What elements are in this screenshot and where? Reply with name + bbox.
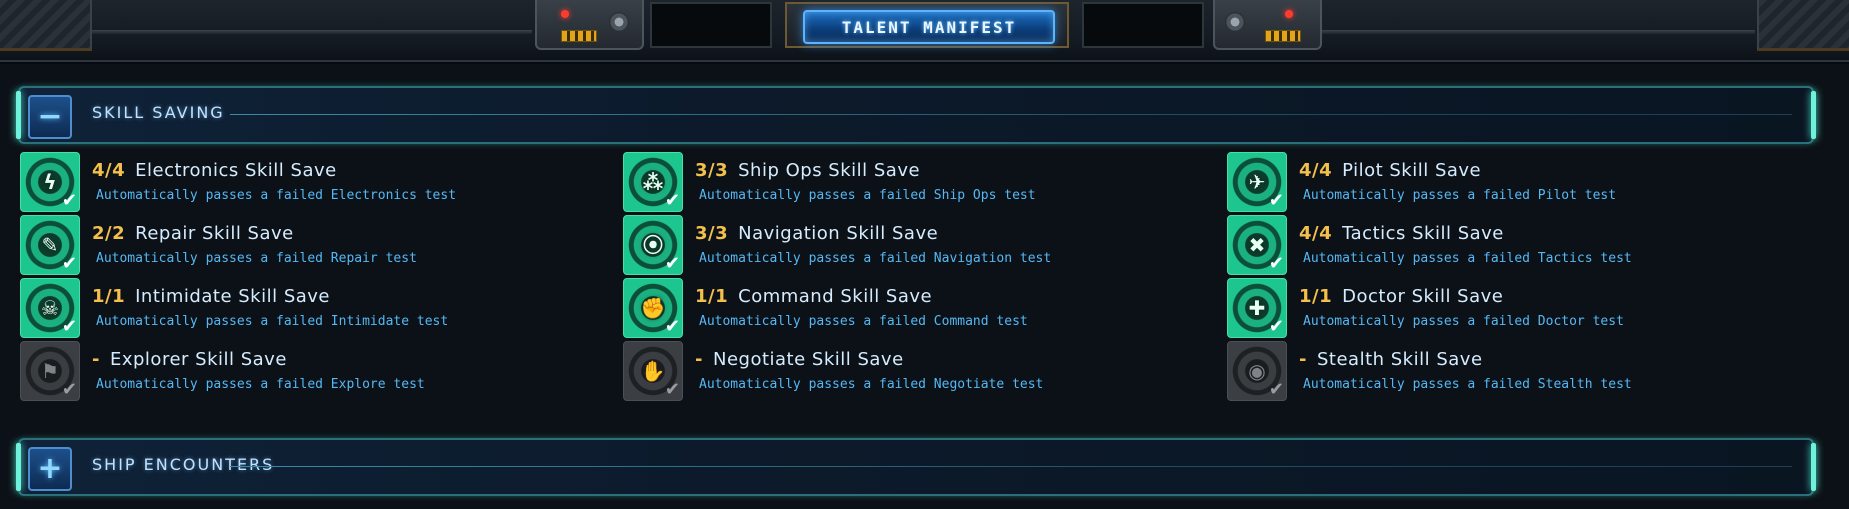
robot-grill: [1265, 30, 1301, 42]
minus-icon: −: [37, 99, 63, 134]
skill-count: 3/3: [695, 223, 729, 244]
skill-card-stealth[interactable]: ◉ ✔ - Stealth Skill Save Automatically pa…: [1227, 341, 1787, 401]
skill-name: Repair Skill Save: [135, 223, 294, 244]
skill-card-negotiate[interactable]: ✋ ✔ - Negotiate Skill Save Automatically …: [623, 341, 1183, 401]
check-icon: ✔: [664, 253, 680, 274]
medical-cross-icon: ✚ ✔: [1227, 278, 1287, 338]
frame-corner-left: [0, 0, 92, 51]
check-icon: ✔: [1268, 316, 1284, 337]
skill-description: Automatically passes a failed Doctor tes…: [1303, 314, 1624, 329]
tactics-icon: ✖ ✔: [1227, 215, 1287, 275]
handshake-icon: ✋ ✔: [623, 341, 683, 401]
empty-slot-right: [1082, 2, 1204, 48]
skill-name: Tactics Skill Save: [1342, 223, 1504, 244]
title-plate: TALENT MANIFEST: [785, 2, 1069, 48]
skill-count: -: [1299, 349, 1307, 370]
check-icon: ✔: [664, 379, 680, 400]
intimidate-icon: ☠ ✔: [20, 278, 80, 338]
skill-name: Navigation Skill Save: [738, 223, 939, 244]
skill-count: 4/4: [1299, 160, 1333, 181]
skill-card-tactics[interactable]: ✖ ✔ 4/4 Tactics Skill Save Automatically …: [1227, 215, 1787, 275]
skill-name: Intimidate Skill Save: [135, 286, 331, 307]
skill-name: Ship Ops Skill Save: [738, 160, 921, 181]
skill-description: Automatically passes a failed Navigation…: [699, 251, 1052, 266]
skill-card-electronics[interactable]: ϟ ✔ 4/4 Electronics Skill Save Automatica…: [20, 152, 580, 212]
skill-description: Automatically passes a failed Command te…: [699, 314, 1028, 329]
plus-icon: +: [37, 451, 63, 486]
fist-icon: ✊ ✔: [623, 278, 683, 338]
skill-description: Automatically passes a failed Intimidate…: [96, 314, 449, 329]
skill-name: Explorer Skill Save: [109, 349, 287, 370]
flag-icon: ⚑ ✔: [20, 341, 80, 401]
skill-name: Doctor Skill Save: [1342, 286, 1504, 307]
skill-name: Stealth Skill Save: [1316, 349, 1483, 370]
skill-count: 1/1: [695, 286, 729, 307]
section-header-skill-saving[interactable]: − SKILL SAVING: [16, 86, 1816, 144]
skill-count: -: [695, 349, 703, 370]
skill-count: 4/4: [92, 160, 126, 181]
skill-description: Automatically passes a failed Pilot test: [1303, 188, 1617, 203]
skill-count: 2/2: [92, 223, 126, 244]
section-title: SKILL SAVING: [92, 103, 225, 122]
check-icon: ✔: [61, 379, 77, 400]
robot-grill: [561, 30, 597, 42]
robot-ornament-right: [1213, 0, 1322, 50]
section-divider: [230, 466, 1792, 467]
check-icon: ✔: [61, 316, 77, 337]
stealth-icon: ◉ ✔: [1227, 341, 1287, 401]
skill-card-command[interactable]: ✊ ✔ 1/1 Command Skill Save Automatically …: [623, 278, 1183, 338]
collapse-button[interactable]: −: [28, 95, 72, 139]
expand-button[interactable]: +: [28, 447, 72, 491]
section-header-ship-encounters[interactable]: + SHIP ENCOUNTERS: [16, 438, 1816, 496]
skill-name: Negotiate Skill Save: [712, 349, 904, 370]
check-icon: ✔: [1268, 253, 1284, 274]
skill-count: 1/1: [1299, 286, 1333, 307]
navigation-icon: ⦿ ✔: [623, 215, 683, 275]
skill-count: 1/1: [92, 286, 126, 307]
skill-description: Automatically passes a failed Tactics te…: [1303, 251, 1632, 266]
skill-description: Automatically passes a failed Electronic…: [96, 188, 457, 203]
skill-card-doctor[interactable]: ✚ ✔ 1/1 Doctor Skill Save Automatically p…: [1227, 278, 1787, 338]
wrench-icon: ✎ ✔: [20, 215, 80, 275]
empty-slot-left: [650, 2, 772, 48]
skill-card-pilot[interactable]: ✈ ✔ 4/4 Pilot Skill Save Automatically pa…: [1227, 152, 1787, 212]
skill-description: Automatically passes a failed Explore te…: [96, 377, 425, 392]
robot-ornament-left: [535, 0, 644, 50]
bolt-icon: [609, 12, 629, 32]
top-frame: TALENT MANIFEST: [0, 0, 1849, 62]
skill-card-ship-ops[interactable]: ⁂ ✔ 3/3 Ship Ops Skill Save Automatically…: [623, 152, 1183, 212]
talent-manifest-title: TALENT MANIFEST: [803, 10, 1055, 44]
skill-description: Automatically passes a failed Ship Ops t…: [699, 188, 1036, 203]
skill-card-intimidate[interactable]: ☠ ✔ 1/1 Intimidate Skill Save Automatical…: [20, 278, 580, 338]
skill-card-explorer[interactable]: ⚑ ✔ - Explorer Skill Save Automatically p…: [20, 341, 580, 401]
skill-name: Command Skill Save: [738, 286, 933, 307]
check-icon: ✔: [61, 190, 77, 211]
skill-description: Automatically passes a failed Stealth te…: [1303, 377, 1632, 392]
bolt-icon: [1225, 12, 1245, 32]
electronics-icon: ϟ ✔: [20, 152, 80, 212]
skill-name: Pilot Skill Save: [1342, 160, 1482, 181]
frame-corner-right: [1757, 0, 1849, 51]
skill-count: 4/4: [1299, 223, 1333, 244]
section-divider: [230, 114, 1792, 115]
section-title: SHIP ENCOUNTERS: [92, 455, 275, 474]
skill-card-repair[interactable]: ✎ ✔ 2/2 Repair Skill Save Automatically p…: [20, 215, 580, 275]
check-icon: ✔: [664, 316, 680, 337]
pilot-icon: ✈ ✔: [1227, 152, 1287, 212]
check-icon: ✔: [61, 253, 77, 274]
skill-name: Electronics Skill Save: [135, 160, 337, 181]
skill-count: -: [92, 349, 100, 370]
check-icon: ✔: [1268, 379, 1284, 400]
skill-description: Automatically passes a failed Negotiate …: [699, 377, 1044, 392]
skill-description: Automatically passes a failed Repair tes…: [96, 251, 417, 266]
check-icon: ✔: [1268, 190, 1284, 211]
frame-rail-left: [92, 30, 532, 34]
skill-card-navigation[interactable]: ⦿ ✔ 3/3 Navigation Skill Save Automatical…: [623, 215, 1183, 275]
skill-count: 3/3: [695, 160, 729, 181]
robot-eye-icon: [1285, 10, 1293, 18]
check-icon: ✔: [664, 190, 680, 211]
ship-ops-icon: ⁂ ✔: [623, 152, 683, 212]
robot-eye-icon: [561, 10, 569, 18]
